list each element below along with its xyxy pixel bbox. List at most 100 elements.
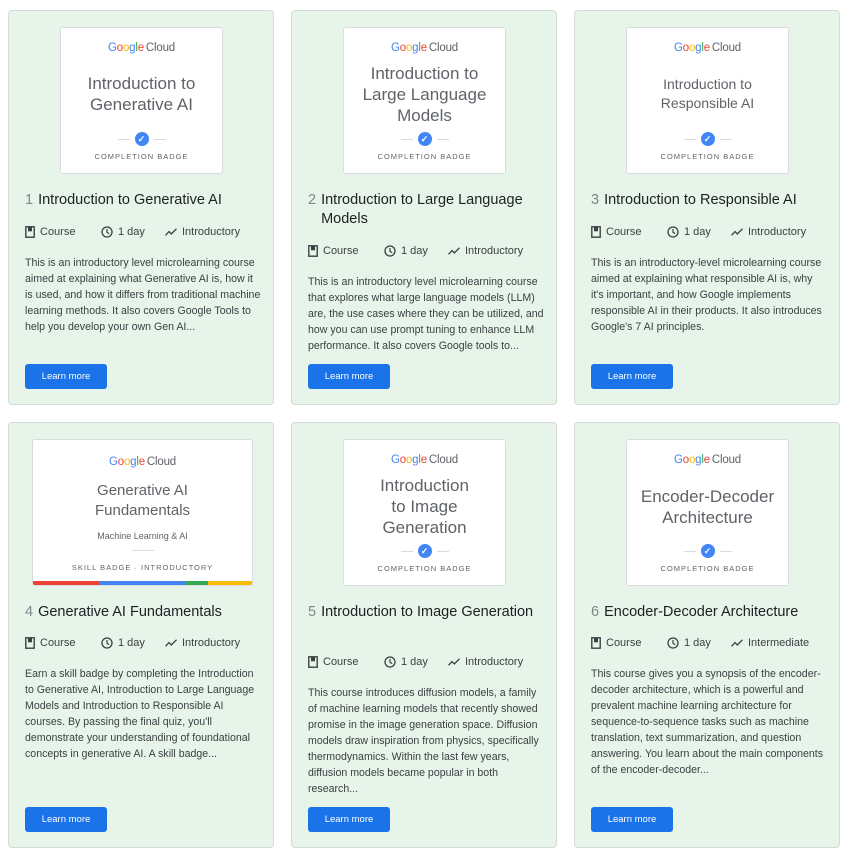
course-duration: 1 day bbox=[684, 226, 711, 238]
clock-icon bbox=[384, 245, 396, 257]
course-meta: Course 1 day Introductory bbox=[25, 225, 263, 239]
course-card: Google Cloud Introduction to Image Genera… bbox=[291, 422, 557, 848]
clock-icon bbox=[384, 656, 396, 668]
check-circle-icon: ✓ bbox=[117, 132, 166, 146]
google-cloud-logo: Google Cloud bbox=[674, 454, 741, 466]
badge-caption: COMPLETION BADGE bbox=[377, 152, 472, 161]
badge-caption: COMPLETION BADGE bbox=[94, 152, 189, 161]
book-icon bbox=[25, 637, 35, 649]
trend-icon bbox=[731, 228, 743, 236]
course-title[interactable]: 3 Introduction to Responsible AI bbox=[591, 191, 827, 210]
google-cloud-logo: Google Cloud bbox=[108, 42, 175, 54]
trend-icon bbox=[448, 247, 460, 255]
completion-badge-image: Google Cloud Introduction to Image Genera… bbox=[343, 439, 506, 586]
course-card: Google Cloud Introduction to Generative A… bbox=[8, 10, 274, 405]
completion-badge-image: Google Cloud Encoder-Decoder Architecture… bbox=[626, 439, 789, 586]
badge-title: Introduction to Responsible AI bbox=[660, 76, 755, 111]
course-type: Course bbox=[323, 656, 359, 668]
course-description: This course introduces diffusion models,… bbox=[308, 687, 539, 795]
trend-icon bbox=[165, 228, 177, 236]
course-title[interactable]: 4 Generative AI Fundamentals bbox=[25, 603, 261, 622]
badge-title: Introduction to Large Language Models bbox=[362, 64, 487, 125]
badge-subtitle: Machine Learning & AI bbox=[97, 531, 188, 541]
course-duration: 1 day bbox=[118, 226, 145, 238]
google-cloud-logo: Google Cloud bbox=[391, 42, 458, 54]
clock-icon bbox=[667, 226, 679, 238]
course-card: Google Cloud Generative AI Fundamentals M… bbox=[8, 422, 274, 848]
course-number: 6 bbox=[591, 604, 600, 620]
course-title-text: Encoder-Decoder Architecture bbox=[604, 604, 799, 620]
check-circle-icon: ✓ bbox=[400, 544, 449, 558]
course-description: This is an introductory-level microlearn… bbox=[591, 257, 822, 333]
course-meta: Course 1 day Intermediate bbox=[591, 636, 829, 650]
course-type: Course bbox=[606, 637, 642, 649]
trend-icon bbox=[731, 639, 743, 647]
badge-caption: SKILL BADGE · INTRODUCTORY bbox=[71, 563, 214, 572]
course-duration: 1 day bbox=[684, 637, 711, 649]
course-card: Google Cloud Introduction to Large Langua… bbox=[291, 10, 557, 405]
course-number: 4 bbox=[25, 604, 34, 620]
course-type: Course bbox=[40, 226, 76, 238]
learn-more-button[interactable]: Learn more bbox=[25, 364, 107, 389]
course-title[interactable]: 2 Introduction to Large Language Models bbox=[308, 191, 544, 229]
badge-title: Introduction to Generative AI bbox=[87, 74, 196, 114]
course-meta: Course 1 day Introductory bbox=[25, 636, 263, 650]
badge-divider bbox=[131, 550, 154, 551]
course-level: Introductory bbox=[182, 226, 241, 238]
google-cloud-logo: Google Cloud bbox=[391, 454, 458, 466]
course-description: This course gives you a synopsis of the … bbox=[591, 668, 824, 776]
google-color-stripe bbox=[33, 581, 252, 585]
course-duration: 1 day bbox=[401, 656, 428, 668]
book-icon bbox=[308, 656, 318, 668]
course-title[interactable]: 1 Introduction to Generative AI bbox=[25, 191, 261, 210]
course-title-text: Introduction to Image Generation bbox=[321, 604, 534, 620]
course-description: This is an introductory level microlearn… bbox=[25, 257, 261, 333]
badge-caption: COMPLETION BADGE bbox=[660, 564, 755, 573]
completion-badge-image: Google Cloud Introduction to Generative A… bbox=[60, 27, 223, 174]
course-description: Earn a skill badge by completing the Int… bbox=[25, 668, 255, 760]
course-duration: 1 day bbox=[401, 245, 428, 257]
course-duration: 1 day bbox=[118, 637, 145, 649]
clock-icon bbox=[101, 637, 113, 649]
course-meta: Course 1 day Introductory bbox=[308, 244, 546, 258]
learn-more-button[interactable]: Learn more bbox=[591, 807, 673, 832]
clock-icon bbox=[101, 226, 113, 238]
book-icon bbox=[591, 226, 601, 238]
google-cloud-logo: Google Cloud bbox=[109, 456, 176, 468]
trend-icon bbox=[165, 639, 177, 647]
course-title-text: Introduction to Large Language Models bbox=[321, 192, 523, 227]
google-cloud-logo: Google Cloud bbox=[674, 42, 741, 54]
clock-icon bbox=[667, 637, 679, 649]
badge-title: Introduction to Image Generation bbox=[380, 476, 469, 537]
course-type: Course bbox=[606, 226, 642, 238]
check-circle-icon: ✓ bbox=[400, 132, 449, 146]
course-meta: Course 1 day Introductory bbox=[308, 655, 546, 669]
course-number: 1 bbox=[25, 192, 34, 208]
badge-title: Encoder-Decoder Architecture bbox=[640, 487, 775, 527]
course-title-text: Introduction to Responsible AI bbox=[604, 192, 797, 208]
course-type: Course bbox=[40, 637, 76, 649]
learn-more-button[interactable]: Learn more bbox=[591, 364, 673, 389]
course-title-text: Generative AI Fundamentals bbox=[38, 604, 222, 620]
course-level: Introductory bbox=[182, 637, 241, 649]
learn-more-button[interactable]: Learn more bbox=[308, 807, 390, 832]
course-number: 2 bbox=[308, 192, 317, 208]
course-number: 3 bbox=[591, 192, 600, 208]
course-level: Introductory bbox=[748, 226, 807, 238]
badge-caption: COMPLETION BADGE bbox=[377, 564, 472, 573]
book-icon bbox=[25, 226, 35, 238]
course-card: Google Cloud Introduction to Responsible … bbox=[574, 10, 840, 405]
completion-badge-image: Google Cloud Introduction to Responsible … bbox=[626, 27, 789, 174]
course-meta: Course 1 day Introductory bbox=[591, 225, 829, 239]
course-number: 5 bbox=[308, 604, 317, 620]
course-card: Google Cloud Encoder-Decoder Architecture… bbox=[574, 422, 840, 848]
learn-more-button[interactable]: Learn more bbox=[25, 807, 107, 832]
check-circle-icon: ✓ bbox=[683, 132, 732, 146]
course-description: This is an introductory level microlearn… bbox=[308, 276, 544, 352]
course-title[interactable]: 5 Introduction to Image Generation bbox=[308, 603, 544, 622]
course-level: Introductory bbox=[465, 656, 524, 668]
learn-more-button[interactable]: Learn more bbox=[308, 364, 390, 389]
course-title[interactable]: 6 Encoder-Decoder Architecture bbox=[591, 603, 827, 622]
check-circle-icon: ✓ bbox=[683, 544, 732, 558]
skill-badge-image: Google Cloud Generative AI Fundamentals M… bbox=[32, 439, 253, 586]
